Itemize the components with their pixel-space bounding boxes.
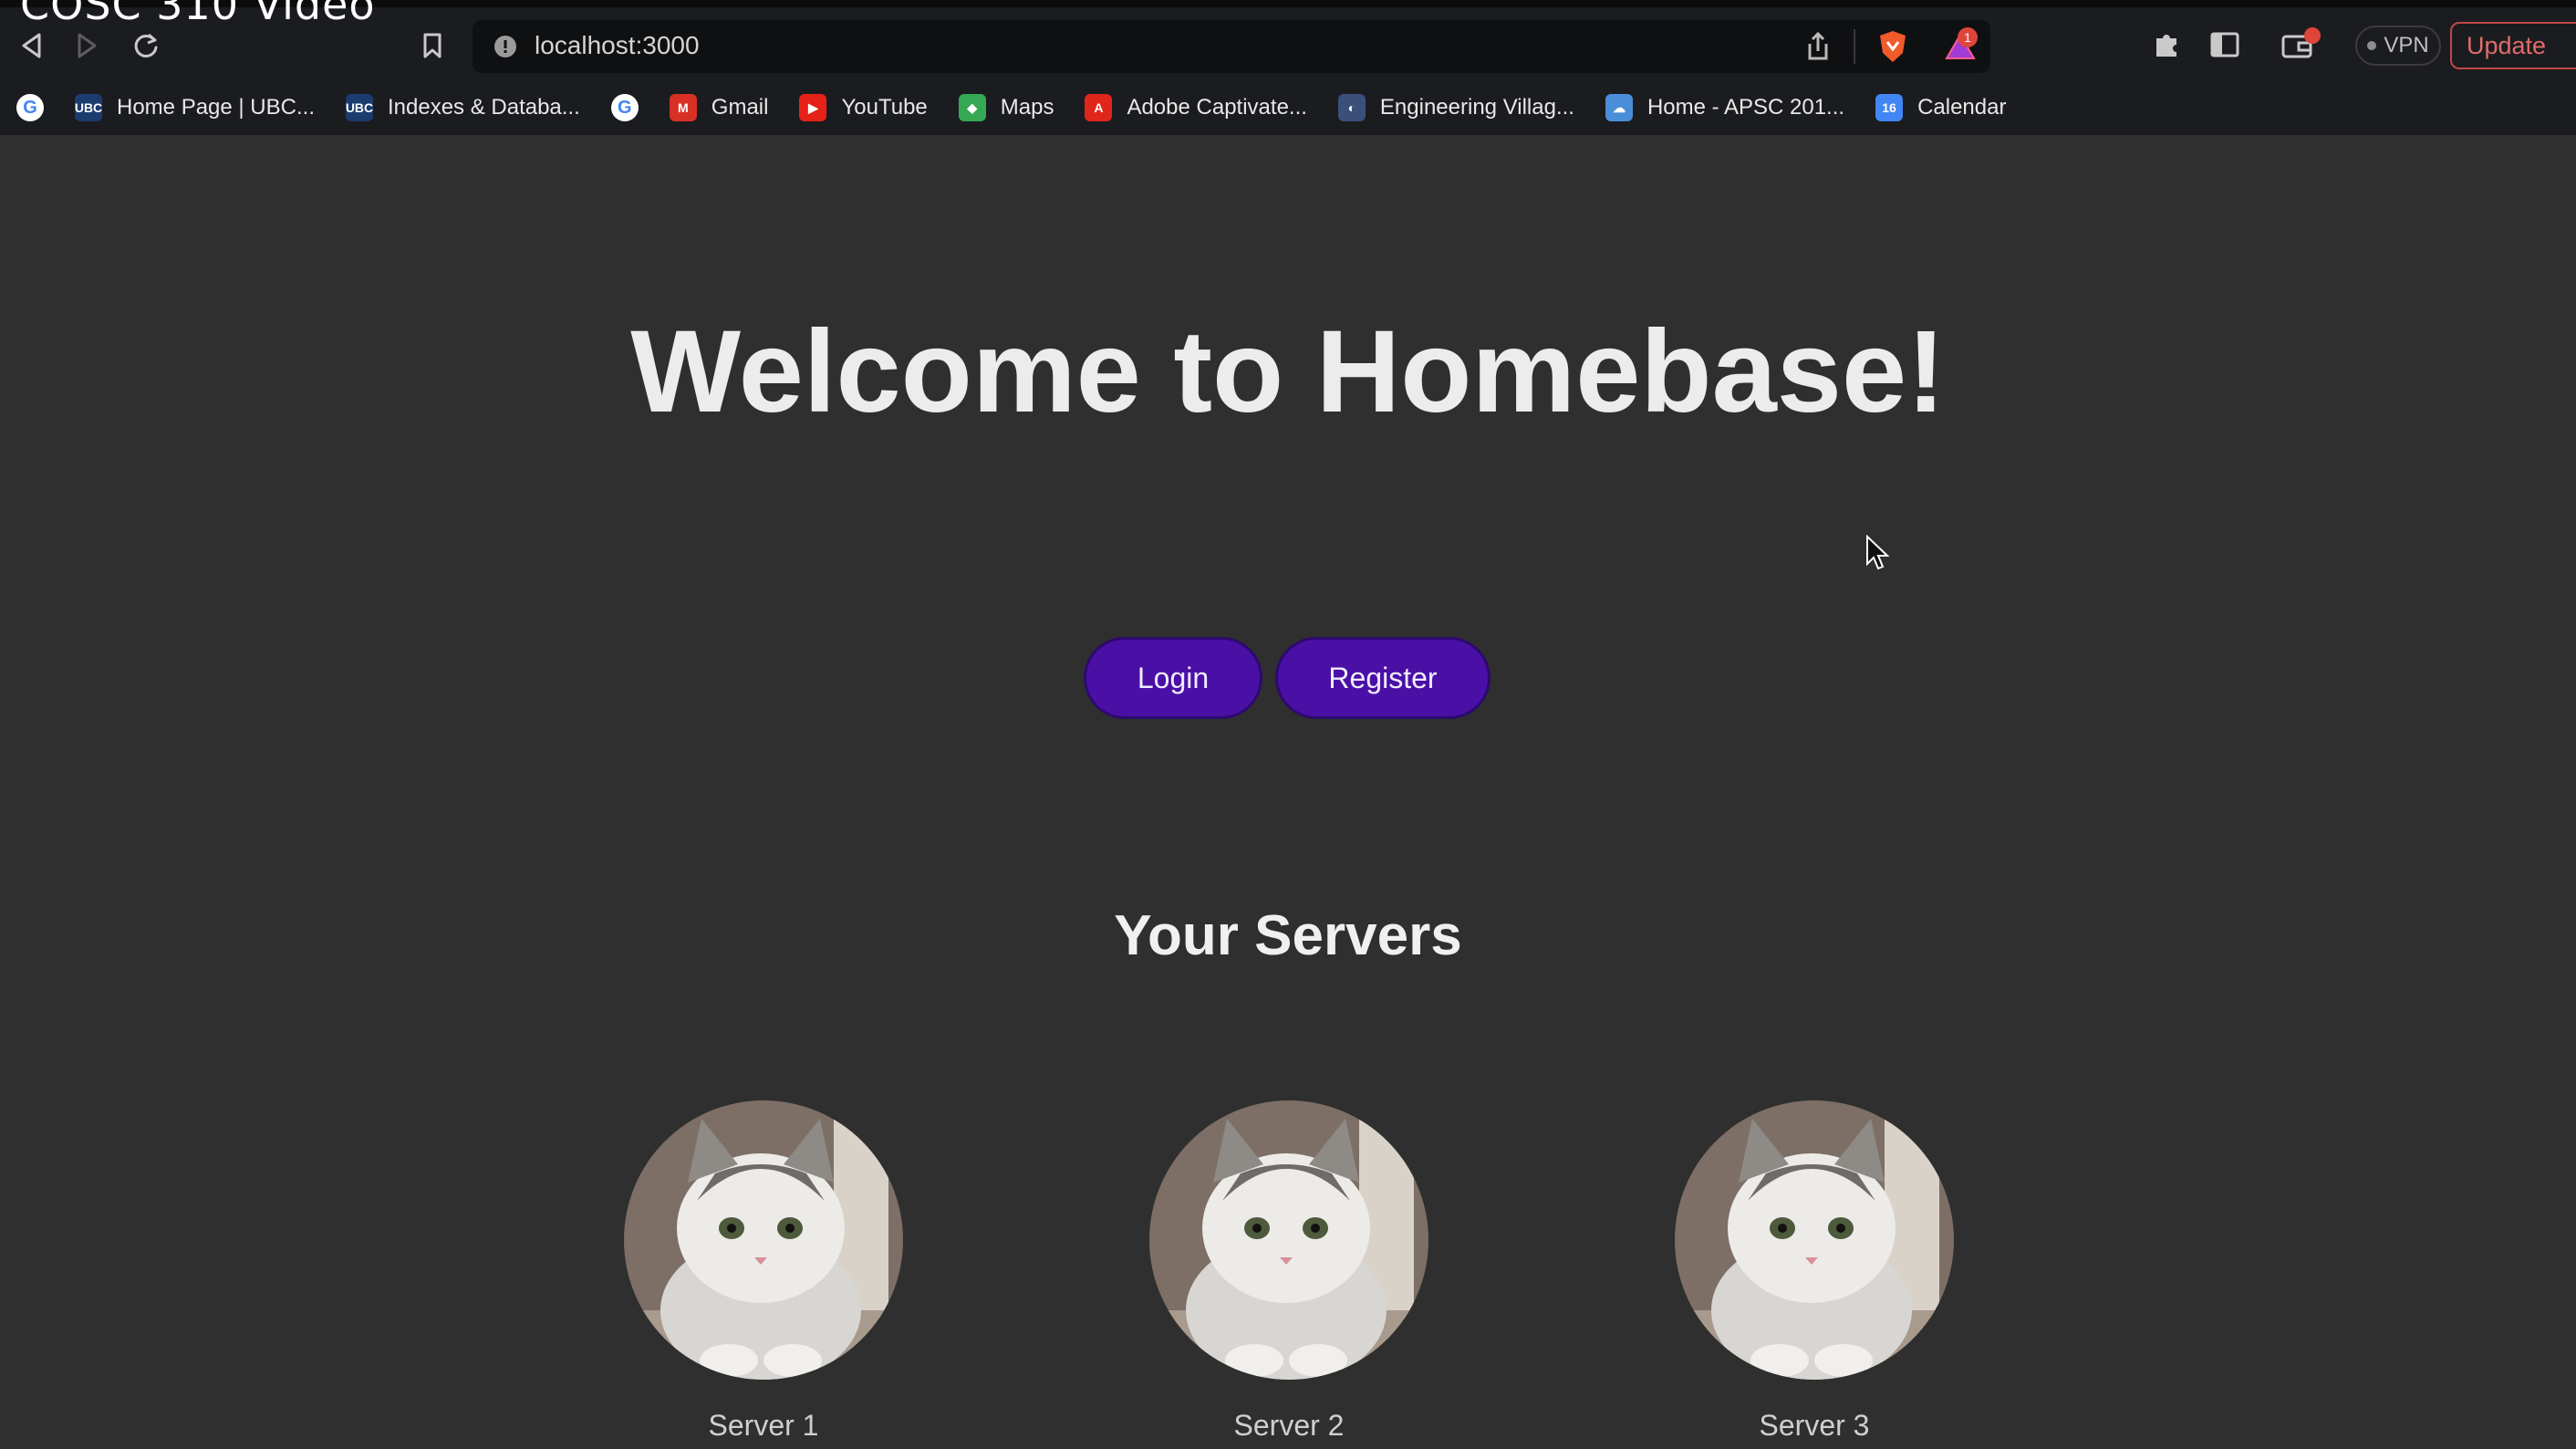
- server-label: Server 1: [708, 1409, 819, 1442]
- bookmark-favicon-icon: M: [669, 94, 697, 121]
- browser-toolbar: localhost:3000 1 VPN Update: [0, 0, 2576, 80]
- reload-icon[interactable]: [128, 27, 164, 64]
- video-title-overlay: COSC 310 Video: [20, 0, 376, 29]
- mouse-cursor-icon: [1864, 534, 1892, 576]
- bookmark-item[interactable]: M Gmail: [669, 94, 769, 121]
- puzzle-icon[interactable]: [2151, 29, 2182, 65]
- vpn-label: VPN: [2384, 33, 2429, 57]
- bookmark-item[interactable]: ◐ Engineering Villag...: [1337, 94, 1574, 121]
- bookmark-label: Engineering Villag...: [1379, 95, 1574, 120]
- bookmark-favicon-icon: G: [16, 94, 44, 121]
- bookmark-item[interactable]: UBC Home Page | UBC...: [75, 94, 315, 121]
- server-avatar-cat[interactable]: [1149, 1100, 1428, 1380]
- login-button[interactable]: Login: [1084, 637, 1262, 719]
- bookmark-item[interactable]: UBC Indexes & Databa...: [346, 94, 580, 121]
- share-icon[interactable]: [1804, 31, 1832, 67]
- server-card[interactable]: Server 1: [624, 1100, 903, 1443]
- toolbar-divider: [1854, 29, 1855, 64]
- server-avatar-cat[interactable]: [1675, 1100, 1954, 1380]
- bookmark-label: Home Page | UBC...: [117, 95, 315, 120]
- bookmark-favicon-icon: ◆: [958, 94, 986, 121]
- bookmark-item[interactable]: A Adobe Captivate...: [1085, 94, 1307, 121]
- wallet-notification-dot: [2304, 27, 2321, 44]
- forward-icon[interactable]: [69, 27, 106, 64]
- bookmark-icon[interactable]: [414, 27, 451, 64]
- bookmark-item[interactable]: 16 Calendar: [1875, 94, 2006, 121]
- address-bar[interactable]: localhost:3000: [473, 20, 1990, 73]
- bookmark-item[interactable]: ◆ Maps: [958, 94, 1054, 121]
- bookmark-label: Maps: [1000, 95, 1054, 120]
- rewards-badge: 1: [1958, 27, 1978, 47]
- server-card[interactable]: Server 2: [1149, 1100, 1428, 1443]
- back-icon[interactable]: [13, 27, 49, 64]
- bookmark-favicon-icon: ◐: [1337, 94, 1366, 121]
- server-card[interactable]: Server 3: [1675, 1100, 1954, 1443]
- bookmark-label: Adobe Captivate...: [1127, 95, 1307, 120]
- bookmark-favicon-icon: UBC: [75, 94, 102, 121]
- servers-heading: Your Servers: [1114, 904, 1462, 967]
- bookmark-favicon-icon: UBC: [346, 94, 373, 121]
- bookmarks-bar: G UBC Home Page | UBC... UBC Indexes & Datab…: [0, 80, 2576, 135]
- page-title: Welcome to Homebase!: [630, 307, 1946, 437]
- bookmark-item[interactable]: G: [610, 94, 639, 121]
- register-button[interactable]: Register: [1275, 637, 1491, 719]
- info-icon[interactable]: [493, 34, 518, 64]
- bookmark-favicon-icon: ☁: [1605, 94, 1633, 121]
- bookmark-item[interactable]: ☁ Home - APSC 201...: [1605, 94, 1844, 121]
- server-label: Server 3: [1759, 1409, 1870, 1442]
- server-label: Server 2: [1233, 1409, 1345, 1442]
- server-avatar-cat[interactable]: [624, 1100, 903, 1380]
- brave-shield-icon[interactable]: [1877, 29, 1908, 68]
- vpn-status-dot: [2367, 41, 2377, 50]
- sidebar-icon[interactable]: [2209, 29, 2240, 65]
- url-text[interactable]: localhost:3000: [535, 31, 700, 60]
- bookmark-item[interactable]: G: [16, 94, 44, 121]
- bookmark-label: Gmail: [711, 95, 769, 120]
- bookmark-label: Indexes & Databa...: [387, 95, 580, 120]
- bookmark-favicon-icon: 16: [1875, 94, 1904, 121]
- bookmark-label: Home - APSC 201...: [1646, 95, 1845, 120]
- bookmark-label: Calendar: [1917, 95, 2007, 120]
- bookmark-favicon-icon: ▶: [799, 94, 827, 121]
- bookmark-favicon-icon: G: [610, 94, 639, 121]
- bookmark-favicon-icon: A: [1085, 94, 1113, 121]
- vpn-button[interactable]: VPN: [2355, 26, 2441, 66]
- update-button[interactable]: Update: [2450, 22, 2576, 69]
- bookmark-label: YouTube: [841, 95, 928, 120]
- bookmark-item[interactable]: ▶ YouTube: [799, 94, 928, 121]
